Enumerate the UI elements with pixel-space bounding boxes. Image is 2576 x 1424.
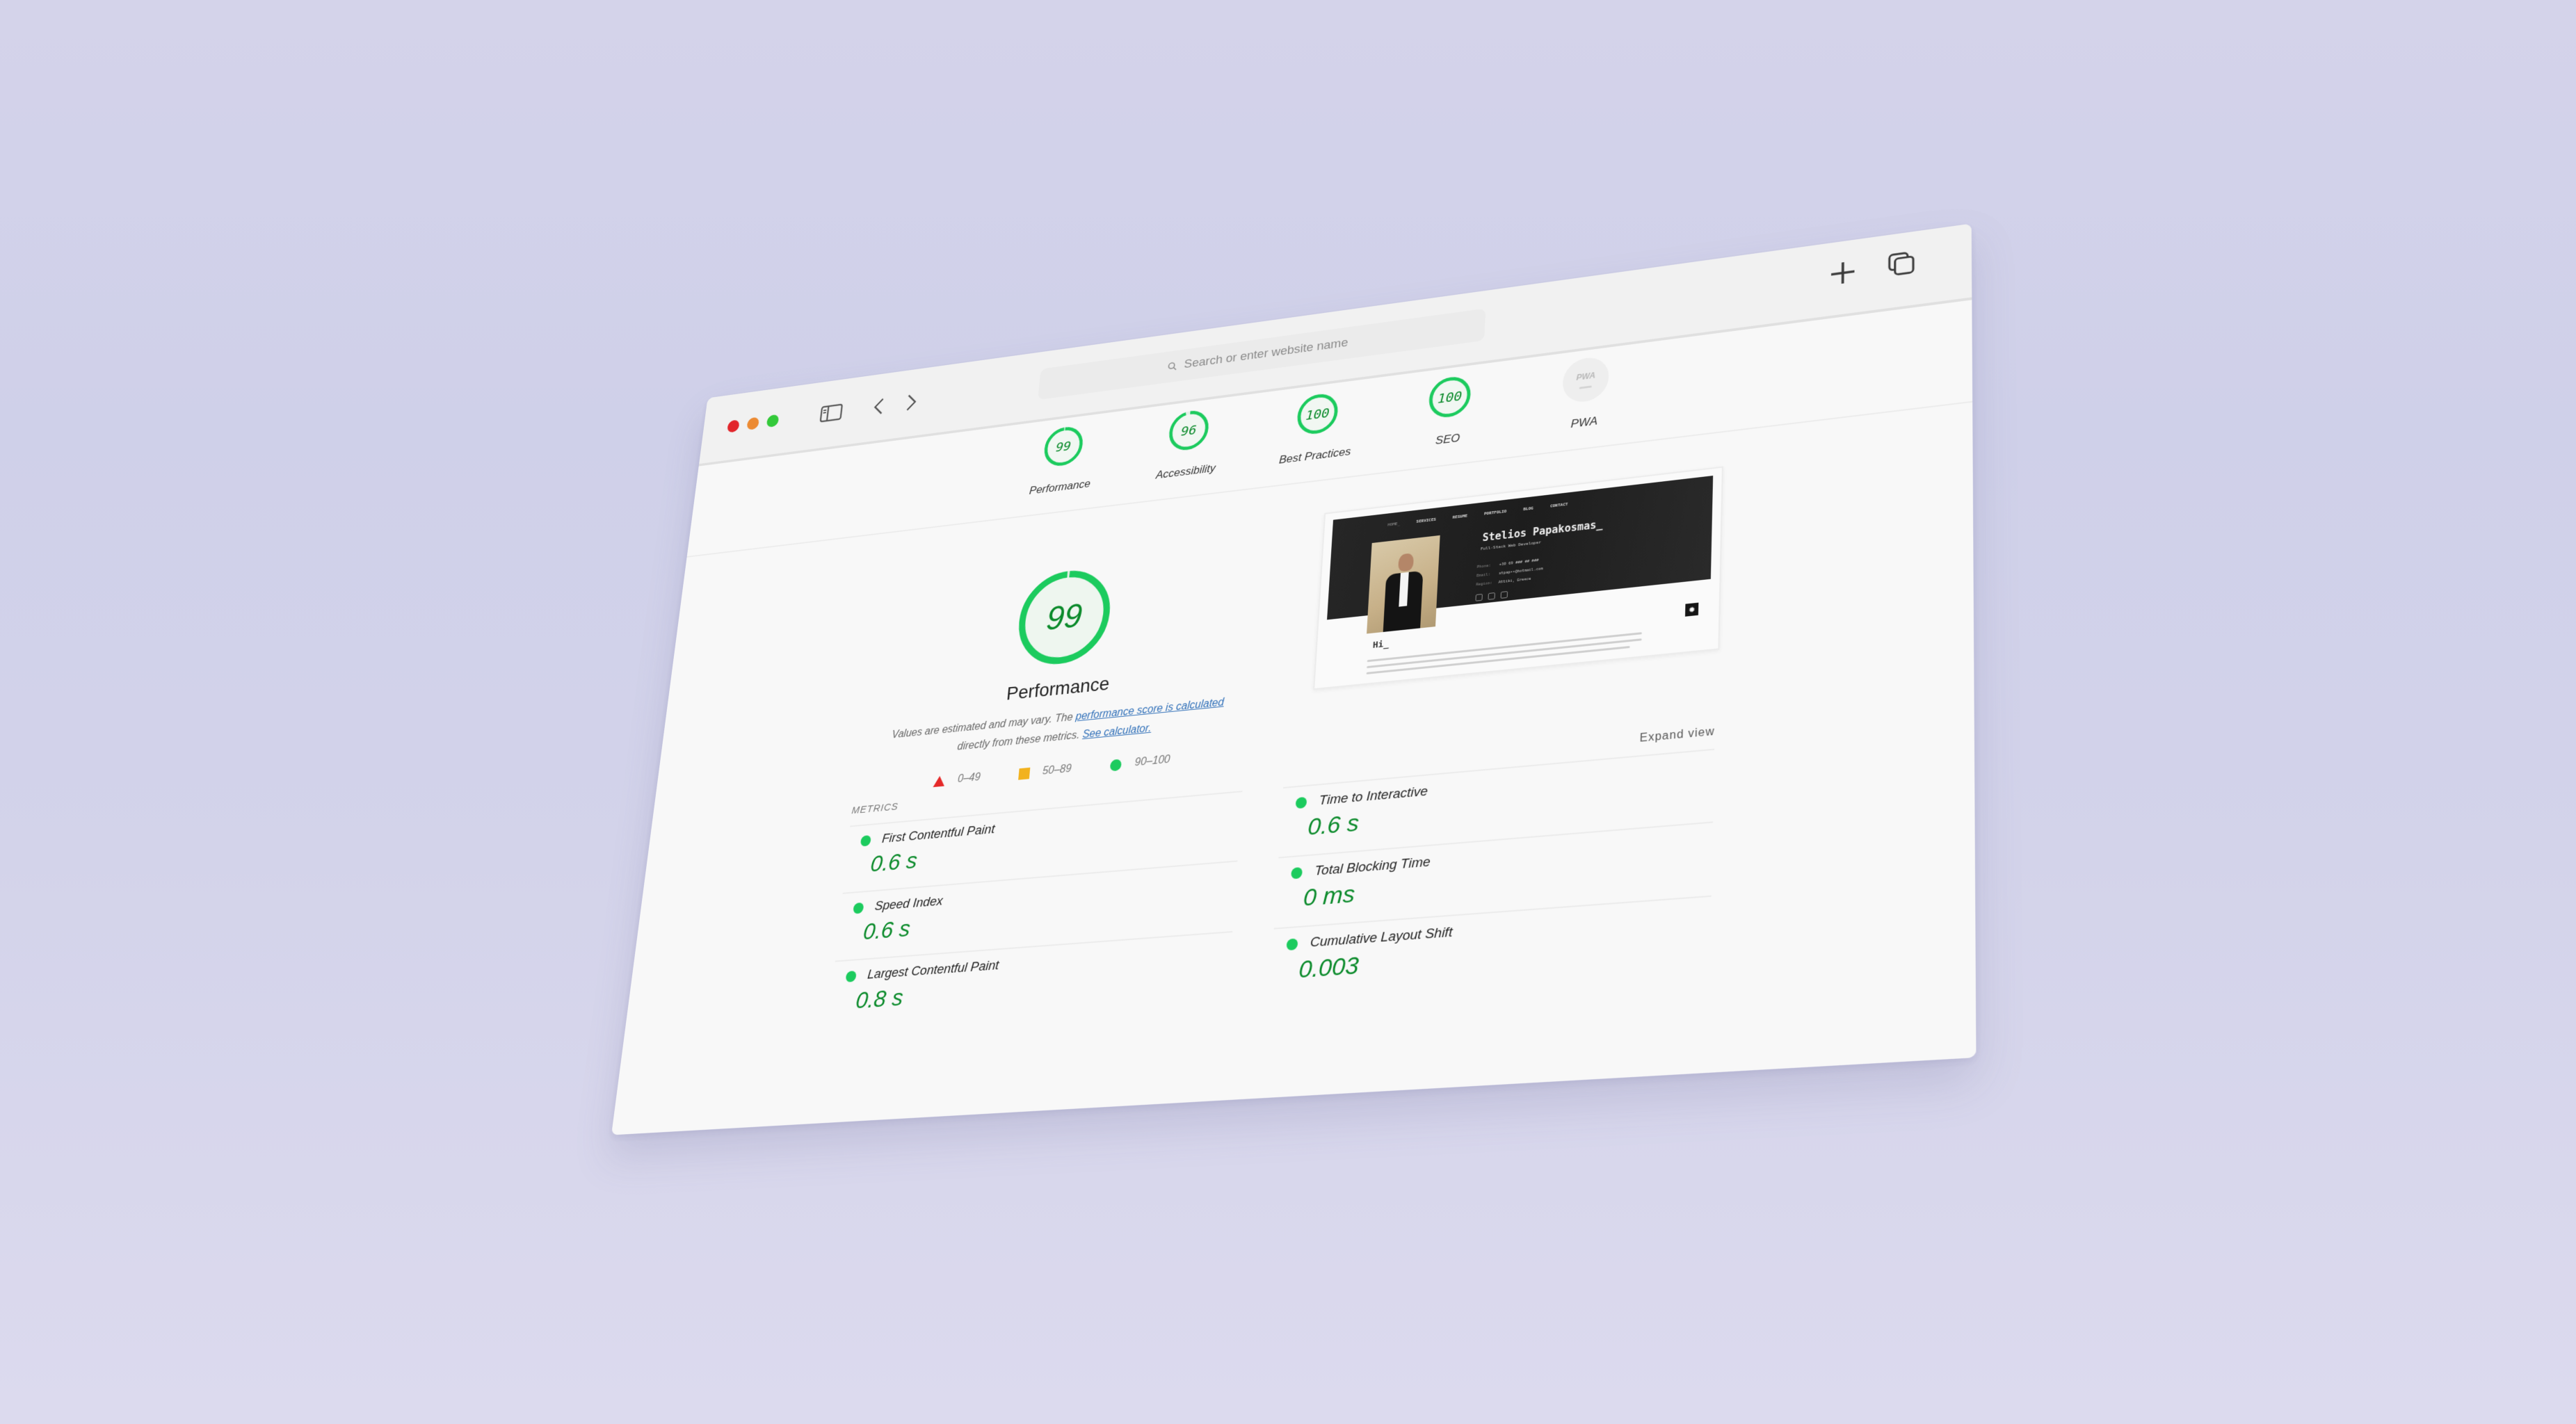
thumbnail-nav-item: CONTACT: [1549, 501, 1568, 509]
thumbnail-nav-item: PORTFOLIO: [1483, 509, 1507, 517]
row-key: Region:: [1476, 581, 1492, 588]
sidebar-icon: [819, 403, 844, 423]
performance-gauge: 99: [1012, 563, 1116, 672]
thumbnail-nav: HOME_ SERVICES RESUME PORTFOLIO BLOG CON…: [1387, 502, 1568, 528]
score-gauge: 96: [1166, 407, 1212, 454]
gauge-score: 100: [1437, 387, 1463, 407]
chevron-right-icon: [905, 392, 919, 412]
zoom-window-button[interactable]: [766, 414, 780, 428]
thumbnail-profile-photo: [1367, 535, 1440, 634]
gauge-score: 99: [1055, 437, 1072, 455]
mockup-stage: Search or enter website name 99 Performa…: [0, 0, 2576, 1424]
close-window-button[interactable]: [727, 419, 740, 433]
pass-circle-icon: [860, 834, 871, 847]
instagram-icon: [1488, 592, 1495, 600]
search-icon: [1167, 361, 1178, 372]
performance-summary: 99 Performance Values are estimated and …: [872, 548, 1250, 793]
gauge-label: Accessibility: [1155, 462, 1216, 482]
thumbnail-paragraph: [1366, 632, 1642, 679]
thumbnail-greeting: Hi_: [1372, 638, 1390, 651]
performance-score: 99: [1045, 597, 1084, 638]
circle-icon: [1110, 758, 1122, 772]
category-pwa[interactable]: PWA PWA: [1545, 353, 1625, 434]
score-gauge: 100: [1426, 373, 1473, 421]
new-tab-button[interactable]: [1828, 259, 1858, 287]
thumbnail-contact-rows: Phone: +30 69 ### ## ### Email: stpap••@ho…: [1476, 556, 1543, 590]
thumbnail-nav-item: SERVICES: [1416, 517, 1437, 524]
thumbnail-nav-item: HOME_: [1387, 521, 1401, 528]
gauge-label: SEO: [1435, 431, 1460, 447]
gauge-label: Best Practices: [1278, 444, 1352, 467]
score-calculation-link[interactable]: performance score is calculated: [1075, 697, 1225, 722]
plus-icon: [1828, 258, 1858, 289]
metrics-grid: First Contentful Paint 0.6 s Time to Inte…: [828, 748, 1715, 1030]
category-performance[interactable]: 99 Performance: [1025, 421, 1100, 498]
category-accessibility[interactable]: 96 Accessibility: [1150, 405, 1225, 483]
browser-window: Search or enter website name 99 Performa…: [611, 223, 1977, 1135]
legend-range: 50–89: [1042, 763, 1072, 777]
expand-view-button[interactable]: Expand view: [1639, 725, 1714, 745]
pass-circle-icon: [1286, 938, 1298, 951]
row-value: Attiki, Greece: [1498, 576, 1531, 585]
metrics-heading: METRICS: [851, 800, 899, 817]
final-screenshot-thumbnail[interactable]: HOME_ SERVICES RESUME PORTFOLIO BLOG CON…: [1313, 466, 1723, 690]
thumbnail-social-icons: [1475, 591, 1508, 601]
youtube-icon: [1500, 591, 1508, 599]
metric-name: Speed Index: [874, 893, 944, 914]
person-figure: [1382, 551, 1426, 632]
sidebar-toggle-button[interactable]: [818, 400, 844, 426]
legend-range: 90–100: [1134, 753, 1171, 769]
gear-icon: ✹: [1684, 602, 1699, 617]
legend-pass: 90–100: [1110, 754, 1170, 772]
legend-fail: 0–49: [933, 772, 981, 788]
legend-average: 50–89: [1017, 763, 1072, 780]
forward-button[interactable]: [899, 389, 925, 414]
score-gauge: 99: [1041, 423, 1086, 469]
pass-circle-icon: [845, 970, 857, 982]
description-text-middle: directly from these metrics.: [956, 729, 1084, 753]
category-seo[interactable]: 100 SEO: [1410, 371, 1488, 451]
tabs-overview-icon: [1887, 248, 1916, 279]
thumbnail-nav-item: BLOG: [1523, 505, 1533, 512]
back-button[interactable]: [866, 394, 892, 419]
gauge-label: Performance: [1029, 477, 1091, 497]
thumbnail-nav-item: RESUME: [1452, 513, 1468, 520]
github-icon: [1475, 593, 1483, 601]
gauge-label: PWA: [1570, 414, 1598, 430]
triangle-icon: [933, 775, 946, 788]
legend-range: 0–49: [957, 771, 981, 785]
square-icon: [1017, 767, 1031, 780]
chevron-left-icon: [871, 397, 885, 417]
gauge-score: 96: [1180, 421, 1198, 439]
pass-circle-icon: [1295, 796, 1307, 809]
see-calculator-link[interactable]: See calculator.: [1082, 722, 1152, 741]
category-best-practices[interactable]: 100 Best Practices: [1278, 388, 1355, 467]
pass-circle-icon: [1291, 866, 1303, 880]
score-gauge: 100: [1294, 390, 1340, 438]
tab-overview-button[interactable]: [1887, 250, 1916, 277]
gauge-score: 100: [1305, 405, 1330, 423]
pwa-badge-text: PWA: [1576, 370, 1596, 382]
window-controls: [727, 414, 780, 433]
minimize-window-button[interactable]: [746, 416, 760, 430]
pass-circle-icon: [853, 902, 864, 914]
thumbnail-name: Stelios Papakosmas_: [1482, 518, 1603, 544]
address-placeholder: Search or enter website name: [1183, 336, 1349, 371]
pwa-badge-icon: PWA: [1561, 355, 1610, 405]
